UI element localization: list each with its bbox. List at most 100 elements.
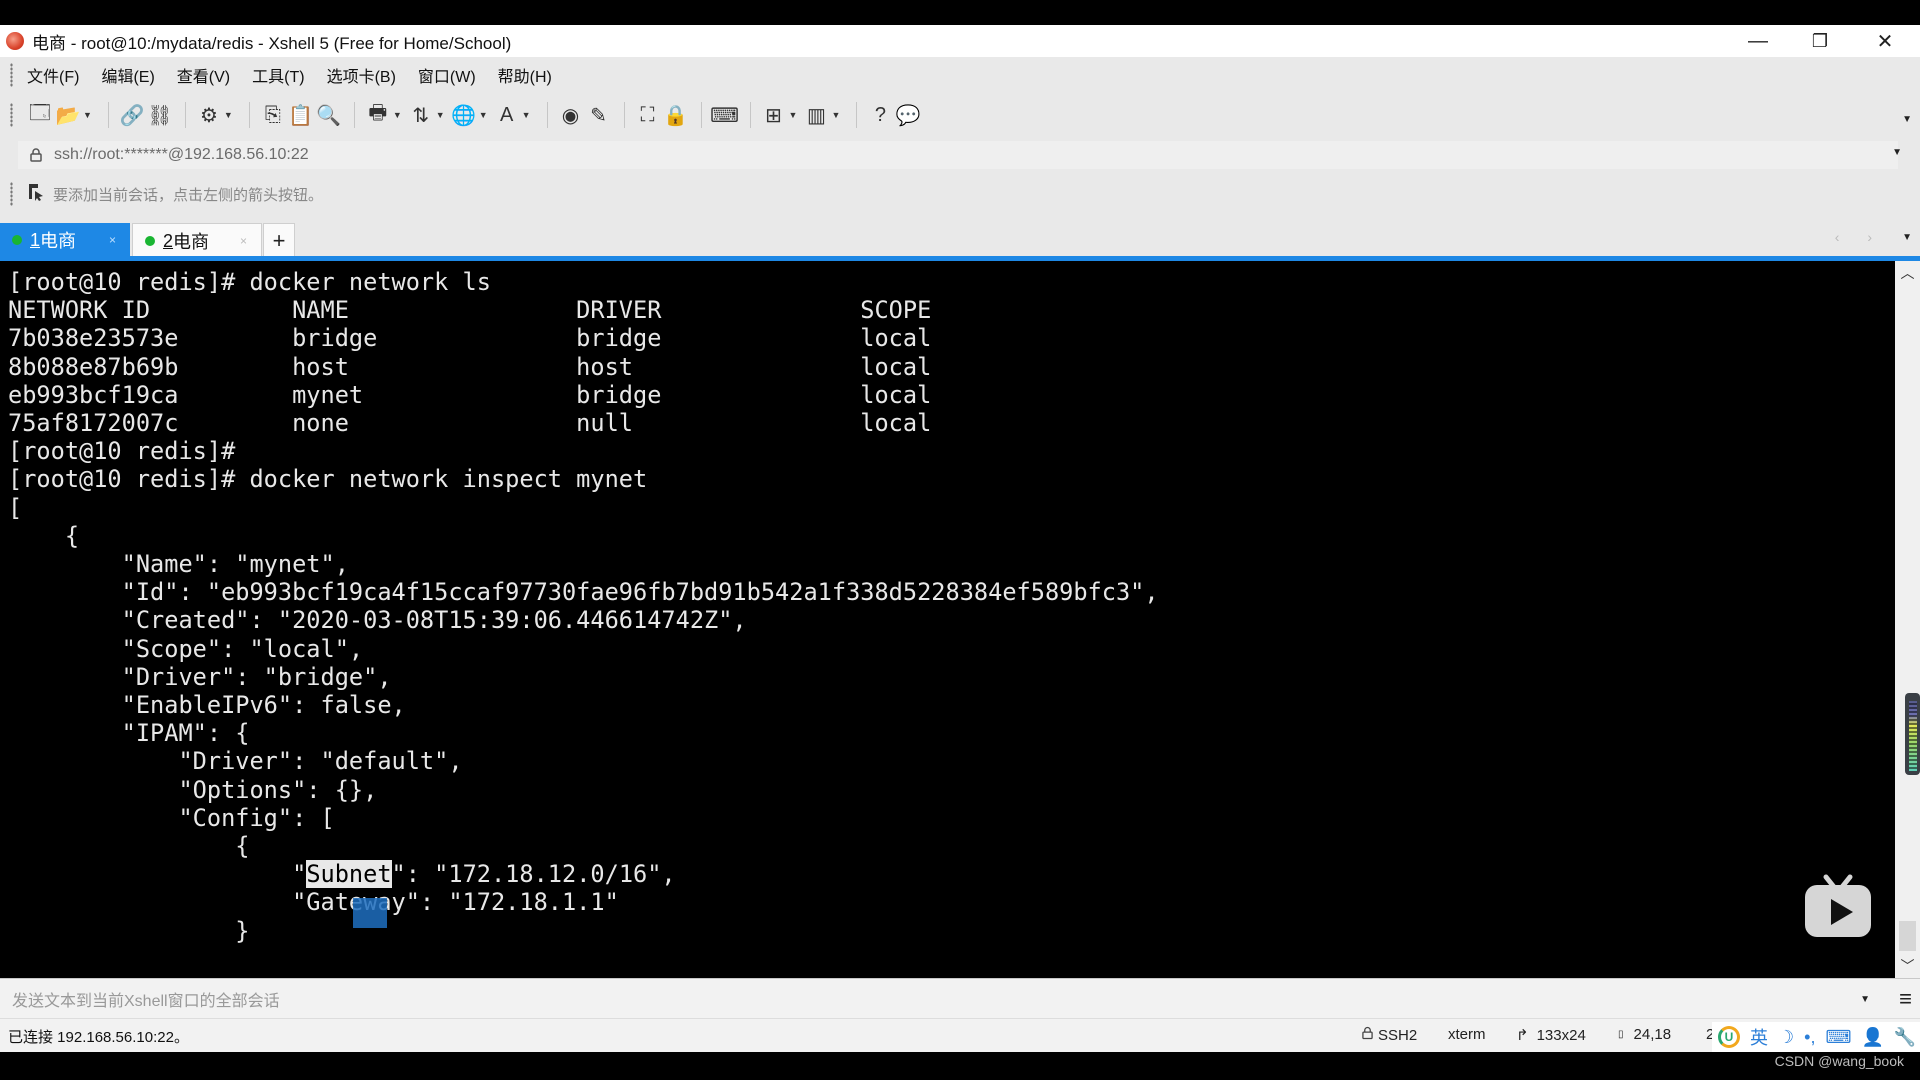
terminal-line: 7b038e23573e bridge bridge local [8,324,932,353]
tab-scroll-arrows[interactable]: ‹ › [1835,229,1884,245]
script-button[interactable]: ✎ [586,101,612,129]
closing-brace-line: } [8,916,250,945]
status-bar: 已连接 192.168.56.10:22。 SSH2 xterm ↱ 133x2… [0,1018,1920,1053]
menubar-grip[interactable] [10,63,13,87]
find-button[interactable]: 🔍 [316,101,342,129]
dropdown-arrow-icon[interactable]: ▼ [479,110,488,120]
scroll-up-icon[interactable]: ︿ [1895,261,1920,285]
compose-menu-icon[interactable]: ≡ [1899,986,1912,1012]
close-button[interactable]: ✕ [1855,25,1915,57]
xftp-button[interactable]: ◉ [558,101,584,129]
chat-button[interactable]: 💬 [895,101,921,129]
toolbar-separator [749,102,751,128]
paste-button[interactable]: 📋 [288,101,314,129]
properties-button[interactable]: ⚙ ▼ [196,101,237,129]
open-folder-button[interactable]: 📂 ▼ [55,101,96,129]
dropdown-arrow-icon[interactable]: ▼ [522,110,531,120]
tab-close-icon[interactable]: × [240,234,247,248]
subnet-line: "Subnet": "172.18.12.0/16", [8,860,676,889]
ime-keyboard-icon[interactable]: ⌨ [1825,1027,1851,1048]
video-player-icon[interactable] [1804,873,1872,939]
window-title: 电商 - root@10:/mydata/redis - Xshell 5 (F… [32,33,512,53]
terminal-scrollbar[interactable]: ︿ ﹀ [1895,261,1920,978]
paste-icon: 📋 [288,104,314,127]
menu-window[interactable]: 窗口(W) [418,63,476,87]
add-session-arrow-icon[interactable] [27,183,45,206]
tab-session-2[interactable]: 2 电商 × [132,223,262,258]
keyboard-button[interactable]: ⌨ [710,101,739,129]
top-black-border [0,0,1920,25]
toolbar-separator [546,102,548,128]
new-tab-button[interactable]: + [263,223,295,257]
menu-help[interactable]: 帮助(H) [498,63,552,87]
new-tab-button[interactable]: ⊞ ▼ [761,101,802,129]
dropdown-arrow-icon[interactable]: ▼ [224,110,233,120]
tab-index: 2 [163,230,174,251]
address-input[interactable]: ssh://root:*******@192.168.56.10:22 [54,146,309,164]
menu-view[interactable]: 查看(V) [177,63,230,87]
globe-button[interactable]: 🌐 ▼ [451,101,492,129]
menu-edit[interactable]: 编辑(E) [101,63,154,87]
address-dropdown-icon[interactable]: ▼ [1892,147,1902,158]
terminal-line: NETWORK ID NAME DRIVER SCOPE [8,296,932,325]
terminal-line: "Config": [ [8,803,335,832]
tab-session-1[interactable]: 1 电商 × [0,223,130,257]
terminal-area[interactable]: [root@10 redis]# docker network ls NETWO… [0,261,1895,978]
terminal-line: "Options": {}, [8,775,378,804]
dropdown-arrow-icon[interactable]: ▼ [393,110,402,120]
copy-button[interactable]: ⎘ [260,101,286,129]
new-tab-icon: ⊞ [765,104,782,127]
restore-button[interactable]: ❐ [1790,25,1850,57]
title-bar: 电商 - root@10:/mydata/redis - Xshell 5 (F… [0,25,1920,57]
menu-tools[interactable]: 工具(T) [252,63,304,87]
disconnect-button[interactable]: ⛓ [147,101,173,129]
address-bar[interactable]: ssh://root:*******@192.168.56.10:22 [18,141,1898,169]
ime-moon-icon[interactable]: ☽ [1778,1027,1794,1048]
new-session-button[interactable]: 🗔 [27,101,53,129]
menu-tabs[interactable]: 选项卡(B) [327,63,396,87]
hintbar-grip[interactable] [10,182,13,206]
transfer-button[interactable]: ⇅ ▼ [408,101,449,129]
ime-language-mode[interactable]: 英 [1750,1024,1768,1050]
ime-toolbar[interactable]: U 英 ☽ •, ⌨ 👤 🔧 [1712,1022,1920,1052]
toolbar-separator [353,102,355,128]
print-button[interactable]: 🖶 ▼ [365,101,406,129]
copy-icon: ⎘ [264,103,281,126]
dropdown-arrow-icon[interactable]: ▼ [436,110,445,120]
terminal-line: 8b088e87b69b host host local [8,352,932,381]
ime-settings-wrench-icon[interactable]: 🔧 [1894,1027,1916,1048]
compose-input[interactable]: 发送文本到当前Xshell窗口的全部会话 [12,987,280,1011]
menu-file[interactable]: 文件(F) [27,63,79,87]
scroll-down-icon[interactable]: ﹀ [1895,954,1920,978]
print-icon: 🖶 [368,102,388,124]
compose-dropdown-icon[interactable]: ▼ [1860,994,1870,1005]
ime-user-icon[interactable]: 👤 [1861,1027,1883,1048]
compose-bar[interactable]: 发送文本到当前Xshell窗口的全部会话 [0,978,1920,1019]
connect-button[interactable]: 🔗 [119,101,145,129]
font-button[interactable]: A ▼ [494,101,535,129]
dropdown-arrow-icon[interactable]: ▼ [83,110,92,120]
disconnect-icon: ⛓ [147,104,173,127]
layout-button[interactable]: ▥ ▼ [803,101,844,129]
cursor-position: ▯ 24,18 [1618,1026,1672,1043]
dropdown-arrow-icon[interactable]: ▼ [789,110,798,120]
scrollbar-thumb[interactable] [1899,921,1916,951]
minimize-button[interactable]: — [1728,25,1788,57]
tab-label: 电商 [173,232,210,252]
session-hint-bar: 要添加当前会话，点击左侧的箭头按钮。 [0,172,1920,216]
help-button[interactable]: ? [867,101,893,129]
tab-close-icon[interactable]: × [109,233,116,247]
fullscreen-button[interactable]: ⛶ [635,101,661,129]
tab-list-dropdown-icon[interactable]: ▼ [1902,232,1912,243]
lock-icon: 🔒 [663,104,688,127]
toolbar-overflow-icon[interactable]: ▼ [1902,114,1912,125]
dropdown-arrow-icon[interactable]: ▼ [831,110,840,120]
lock-button[interactable]: 🔒 [663,101,689,129]
ime-punctuation-icon[interactable]: •, [1804,1027,1815,1048]
terminal-line: "EnableIPv6": false, [8,691,406,720]
meter-bars [1909,701,1917,771]
toolbar-grip[interactable] [10,103,13,127]
connected-status-icon [145,236,155,246]
ime-logo-icon: U [1718,1026,1740,1048]
toolbar-separator [623,102,625,128]
